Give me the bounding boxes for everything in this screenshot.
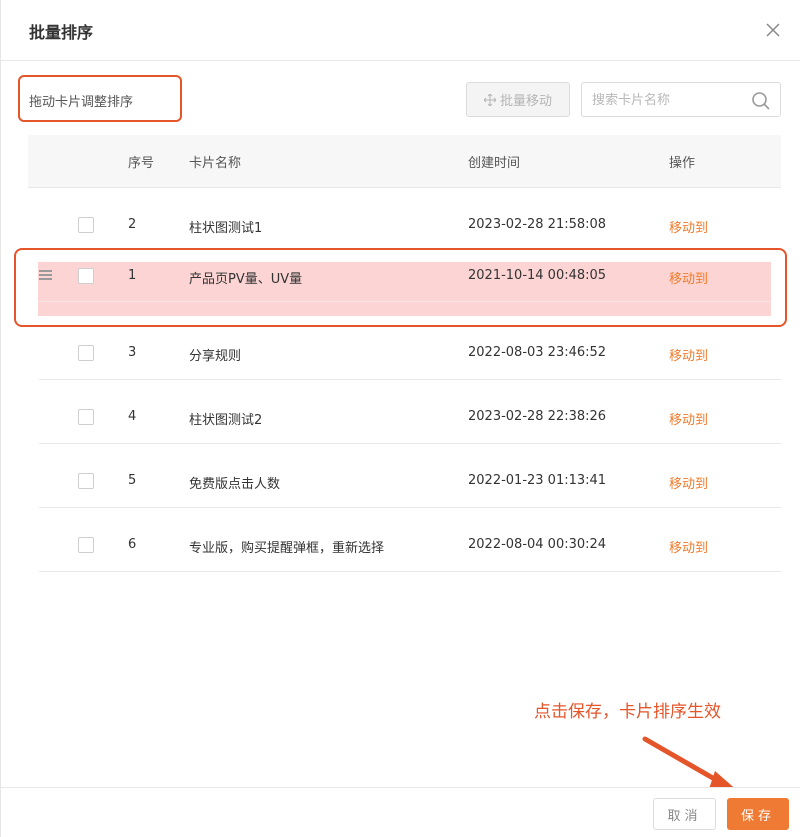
drag-highlight-box — [14, 248, 787, 327]
row-card-name: 免费版点击人数 — [189, 477, 281, 492]
row-checkbox[interactable] — [78, 409, 94, 425]
row-card-name: 专业版，购买提醒弹框，重新选择 — [189, 541, 385, 556]
cancel-button[interactable]: 取消 — [653, 798, 716, 830]
row-index: 6 — [128, 537, 137, 552]
column-header-name: 卡片名称 — [189, 156, 242, 171]
close-icon[interactable] — [761, 18, 785, 42]
column-header-action: 操作 — [669, 156, 696, 171]
dialog-header: 批量排序 — [1, 0, 800, 61]
row-created-time: 2023-02-28 21:58:08 — [468, 217, 607, 232]
search-box[interactable] — [581, 82, 781, 117]
row-index: 5 — [128, 473, 137, 488]
save-button[interactable]: 保存 — [727, 798, 789, 830]
row-index: 3 — [128, 345, 137, 360]
row-created-time: 2022-01-23 01:13:41 — [468, 473, 607, 488]
move-to-link[interactable]: 移动到 — [669, 473, 708, 492]
row-card-name: 分享规则 — [189, 349, 242, 364]
row-card-name: 柱状图测试2 — [189, 413, 263, 428]
row-created-time: 2023-02-28 22:38:26 — [468, 409, 607, 424]
row-index: 2 — [128, 217, 137, 232]
row-created-time: 2022-08-04 00:30:24 — [468, 537, 607, 552]
row-checkbox[interactable] — [78, 473, 94, 489]
move-to-link[interactable]: 移动到 — [669, 537, 708, 556]
move-to-link[interactable]: 移动到 — [669, 217, 708, 236]
row-checkbox[interactable] — [78, 537, 94, 553]
batch-move-label: 批量移动 — [499, 94, 552, 109]
column-header-created: 创建时间 — [468, 156, 521, 171]
save-annotation-text: 点击保存，卡片排序生效 — [534, 702, 721, 722]
row-checkbox[interactable] — [78, 217, 94, 233]
drag-hint-text: 拖动卡片调整排序 — [29, 95, 134, 110]
row-card-name: 柱状图测试1 — [189, 221, 263, 236]
row-index: 4 — [128, 409, 137, 424]
search-input[interactable] — [592, 90, 742, 110]
search-icon[interactable] — [750, 90, 772, 112]
move-to-link[interactable]: 移动到 — [669, 409, 708, 428]
batch-move-button[interactable]: 批量移动 — [466, 82, 570, 117]
row-checkbox[interactable] — [78, 345, 94, 361]
batch-sort-dialog: 批量排序 拖动卡片调整排序 批量移动 序号 卡片名称 创建时间 操作 2 柱状图… — [0, 0, 800, 837]
column-header-index: 序号 — [128, 156, 155, 171]
move-to-link[interactable]: 移动到 — [669, 345, 708, 364]
row-created-time: 2022-08-03 23:46:52 — [468, 345, 607, 360]
move-icon — [483, 93, 496, 106]
dialog-title: 批量排序 — [29, 23, 94, 42]
